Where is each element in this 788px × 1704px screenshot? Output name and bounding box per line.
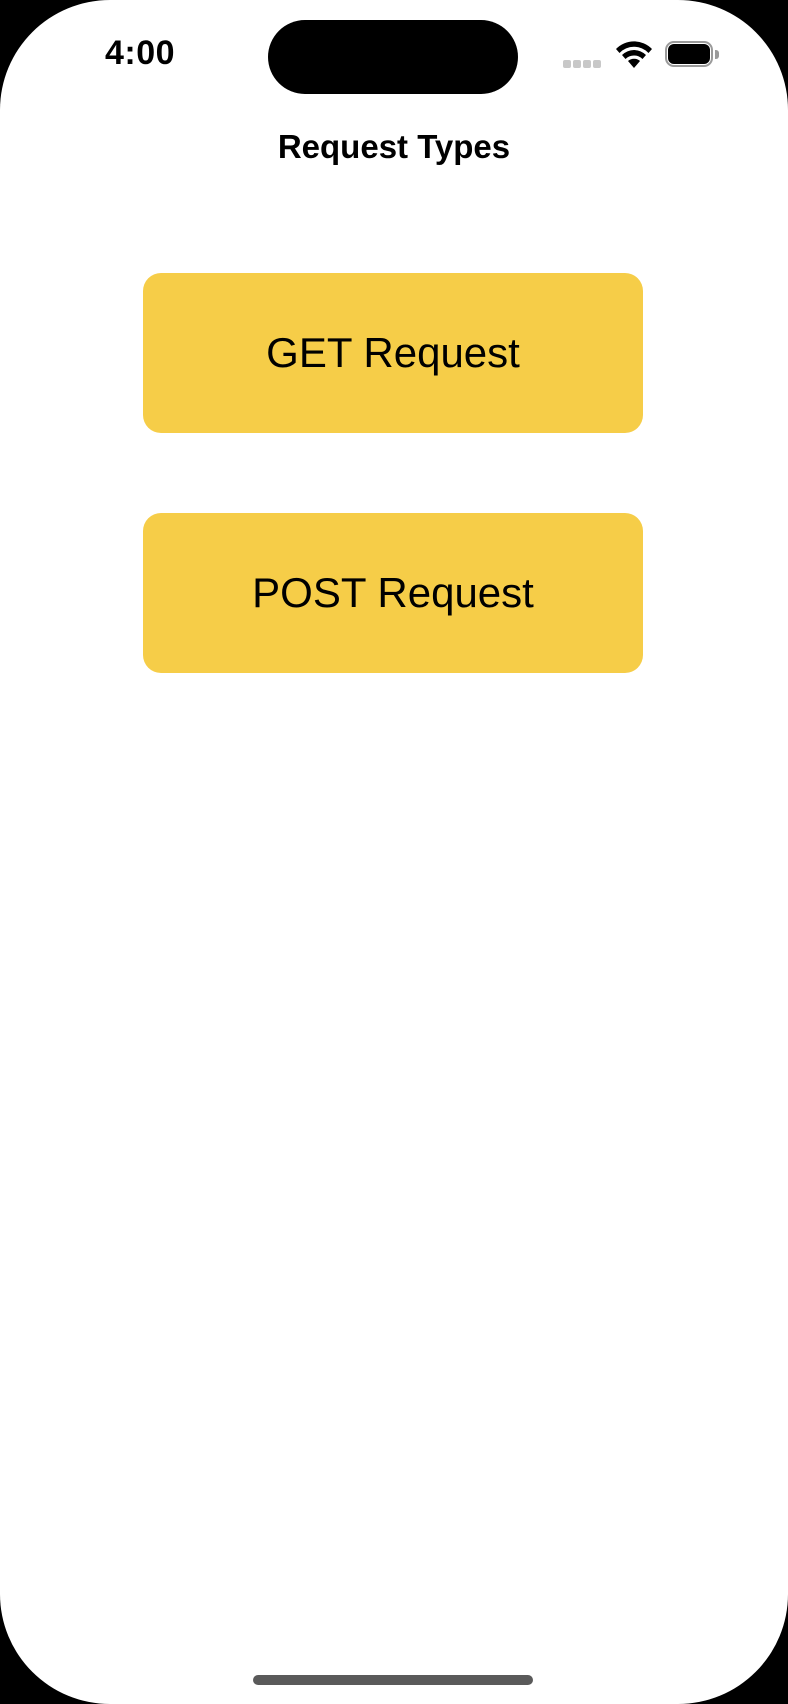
- device-frame: 4:00 Request Types GET Request POST Requ…: [0, 0, 788, 1704]
- home-indicator[interactable]: [253, 1675, 533, 1685]
- app-screen: 4:00 Request Types GET Request POST Requ…: [0, 0, 788, 1704]
- get-request-button[interactable]: GET Request: [143, 273, 643, 433]
- wifi-icon: [615, 40, 653, 70]
- battery-icon: [665, 41, 721, 69]
- status-bar: 4:00: [0, 0, 788, 120]
- post-request-button[interactable]: POST Request: [143, 513, 643, 673]
- page-title: Request Types: [277, 128, 511, 165]
- dynamic-island: [268, 20, 518, 94]
- status-time: 4:00: [105, 34, 176, 72]
- cellular-signal-icon: [563, 60, 603, 70]
